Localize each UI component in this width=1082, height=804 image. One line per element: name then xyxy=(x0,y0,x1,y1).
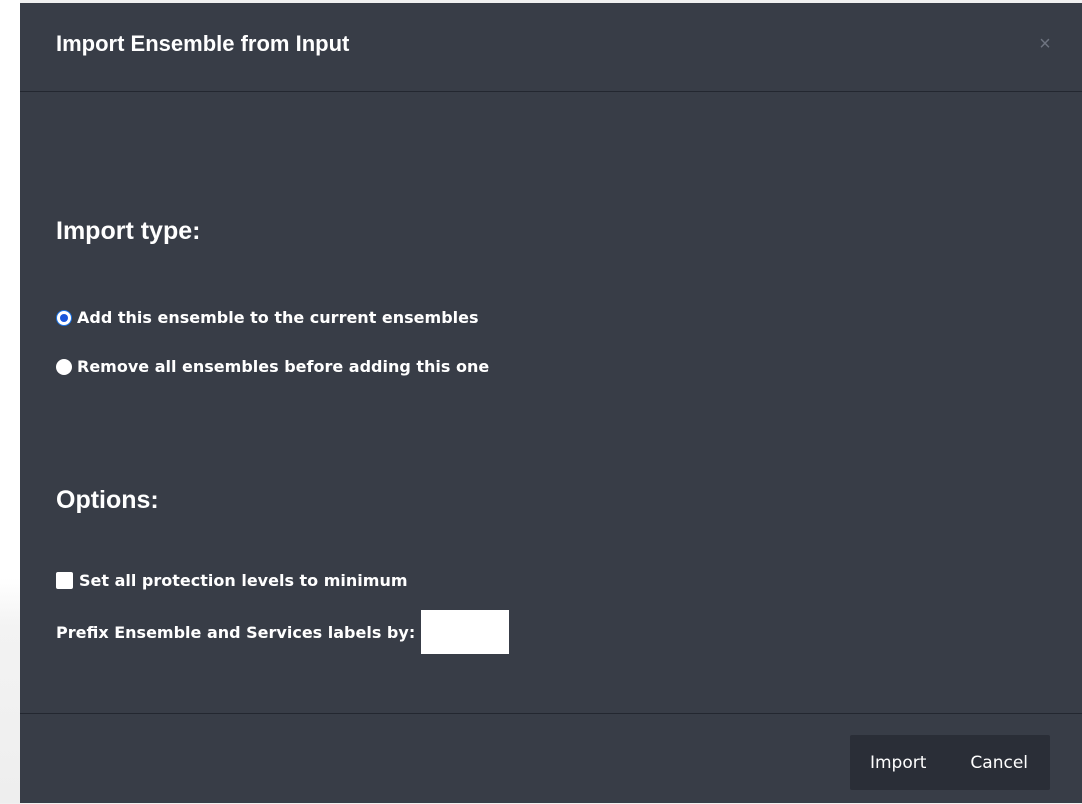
import-button[interactable]: Import xyxy=(850,735,948,790)
options-heading: Options: xyxy=(56,486,159,514)
radio-remove-label: Remove all ensembles before adding this … xyxy=(77,357,490,376)
radio-option-remove[interactable]: Remove all ensembles before adding this … xyxy=(56,357,489,376)
import-type-heading: Import type: xyxy=(56,217,201,245)
radio-add-ensemble[interactable] xyxy=(56,309,72,326)
protection-label: Set all protection levels to minimum xyxy=(79,571,408,590)
radio-option-add[interactable]: Add this ensemble to the current ensembl… xyxy=(56,308,479,327)
prefix-input[interactable] xyxy=(421,610,510,654)
dialog-header: Import Ensemble from Input × xyxy=(20,3,1082,92)
button-group: Import Cancel xyxy=(849,735,1050,790)
protection-checkbox[interactable] xyxy=(56,572,73,589)
prefix-row: Prefix Ensemble and Services labels by: xyxy=(56,610,510,654)
radio-add-label: Add this ensemble to the current ensembl… xyxy=(77,308,479,327)
page-backdrop xyxy=(0,0,20,803)
dialog-title: Import Ensemble from Input xyxy=(56,31,350,56)
import-ensemble-dialog: Import Ensemble from Input × Import type… xyxy=(20,3,1082,803)
cancel-button[interactable]: Cancel xyxy=(948,735,1050,790)
radio-remove-ensembles[interactable] xyxy=(56,358,72,375)
protection-option[interactable]: Set all protection levels to minimum xyxy=(56,571,408,590)
dialog-footer: Import Cancel xyxy=(20,713,1082,804)
prefix-label: Prefix Ensemble and Services labels by: xyxy=(56,622,416,642)
close-icon[interactable]: × xyxy=(1038,34,1052,54)
